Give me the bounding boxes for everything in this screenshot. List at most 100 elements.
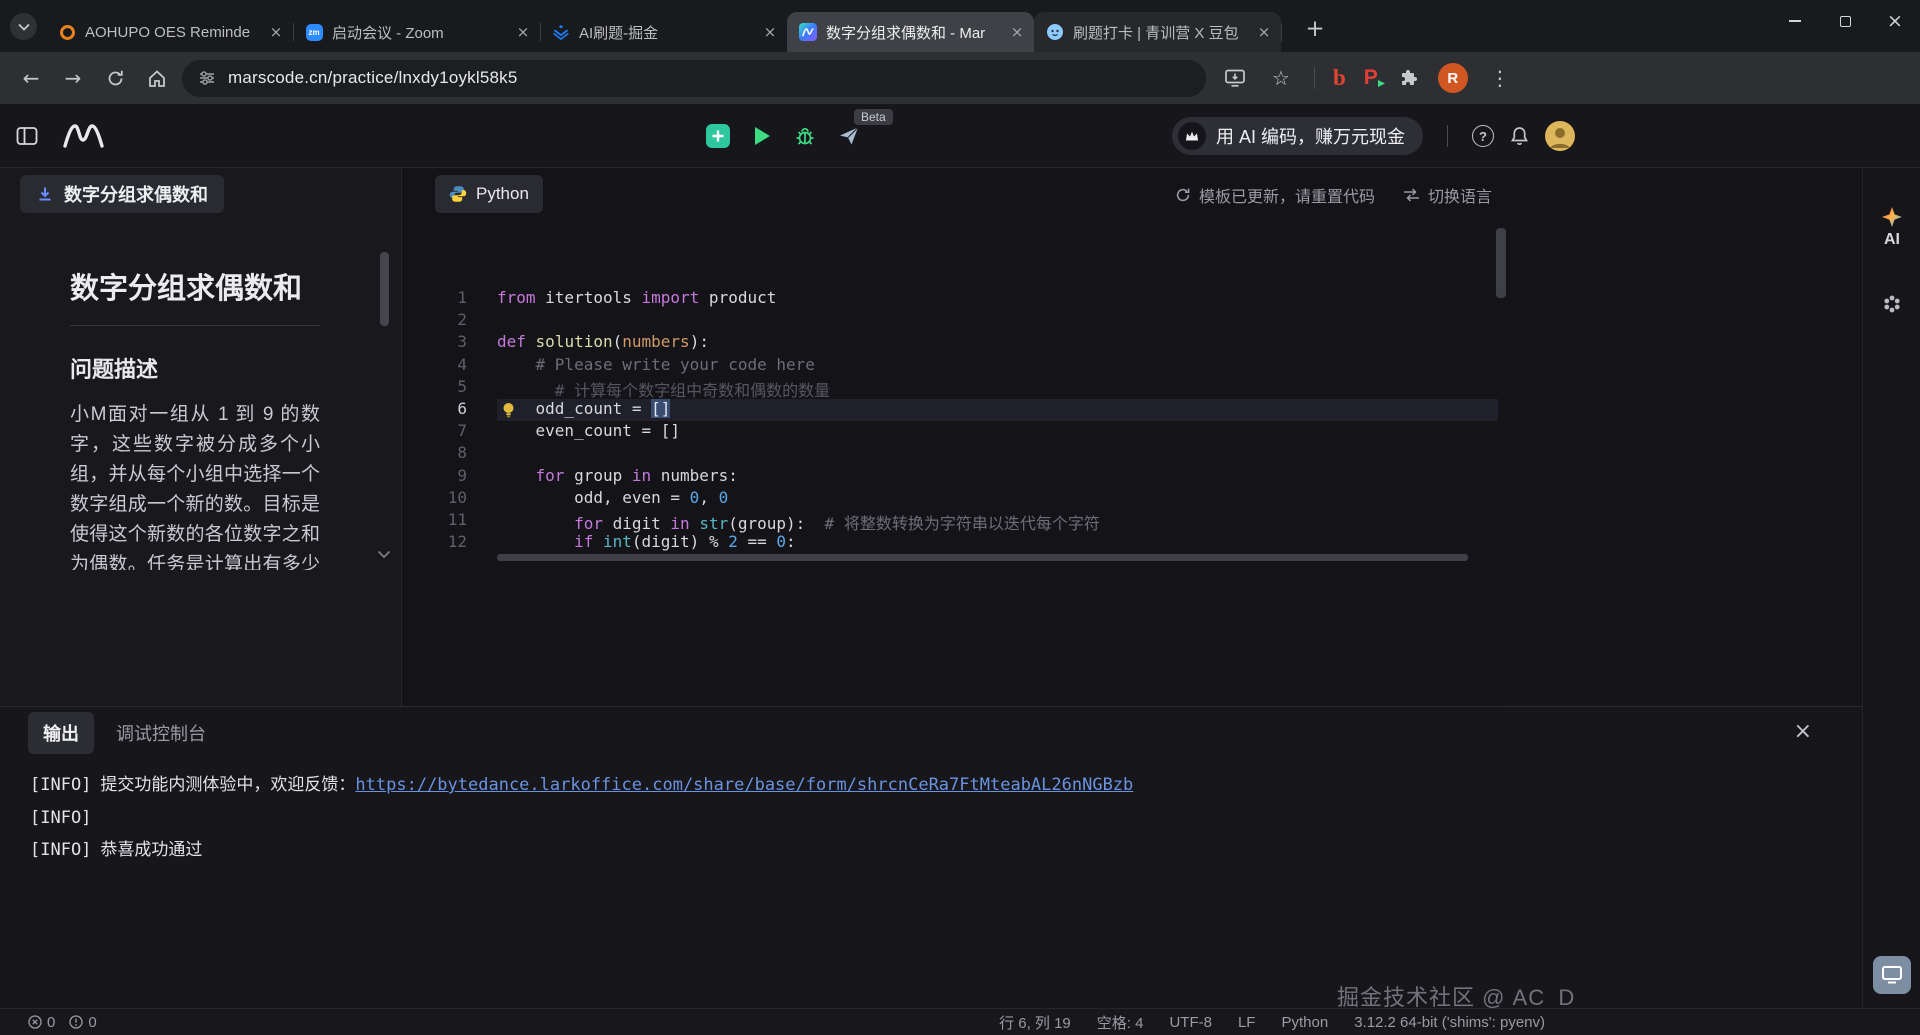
debug-button[interactable]	[794, 125, 816, 147]
beta-badge: Beta	[854, 109, 893, 125]
feedback-link[interactable]: https://bytedance.larkoffice.com/share/b…	[355, 775, 1133, 795]
line-number: 3	[403, 332, 467, 354]
quickfix-lightbulb-icon[interactable]	[502, 402, 515, 423]
tab-close-icon[interactable]: ×	[1008, 23, 1026, 41]
window-close-button[interactable]: ×	[1870, 0, 1920, 42]
tab-list: AOHUPO OES Reminde × zm 启动会议 - Zoom × AI…	[46, 12, 1281, 52]
code-line-5[interactable]: # 计算每个数字组中奇数和偶数的数量	[497, 377, 1498, 399]
line-number: 12	[403, 532, 467, 554]
sidebar-toggle-button[interactable]	[16, 125, 38, 147]
browser-tab-marscode-active[interactable]: 数字分组求偶数和 - Mar ×	[787, 12, 1034, 52]
cursor-position[interactable]: 行 6, 列 19	[999, 1012, 1071, 1033]
bookmark-star-button[interactable]: ☆	[1260, 57, 1302, 99]
user-avatar[interactable]	[1545, 121, 1575, 151]
problem-panel: 数字分组求偶数和 数字分组求偶数和 问题描述 小M面对一组从 1 到 9 的数字…	[0, 168, 402, 706]
reset-code-button[interactable]: 模板已更新，请重置代码	[1175, 183, 1375, 207]
log-line: [INFO]	[30, 802, 1862, 835]
tab-search-button[interactable]	[10, 13, 37, 40]
console-close-button[interactable]: ×	[1794, 719, 1812, 744]
warning-circle-icon	[69, 1015, 83, 1029]
browser-menu-button[interactable]: ⋮	[1480, 66, 1520, 90]
problem-content[interactable]: 数字分组求偶数和 问题描述 小M面对一组从 1 到 9 的数字，这些数字被分成多…	[70, 225, 320, 570]
python-icon	[449, 185, 467, 203]
plugin-icon	[1882, 294, 1902, 314]
code-line-12[interactable]: if int(digit) % 2 == 0:	[497, 532, 1498, 554]
code-line-11[interactable]: for digit in str(group): # 将整数转换为字符串以迭代每…	[497, 510, 1498, 532]
help-button[interactable]: ?	[1472, 125, 1494, 147]
language-tab[interactable]: Python	[435, 175, 543, 213]
indent-setting[interactable]: 空格: 4	[1097, 1012, 1144, 1033]
code-line-6[interactable]: odd_count = []	[497, 399, 1498, 421]
interpreter[interactable]: 3.12.2 64-bit ('shims': pyenv)	[1354, 1014, 1545, 1031]
scrollbar-thumb[interactable]	[1496, 228, 1506, 298]
status-bar: 0 0 行 6, 列 19 空格: 4 UTF-8 LF Python 3.12…	[0, 1008, 1920, 1035]
tab-title: AI刷题-掘金	[579, 22, 752, 43]
warnings-indicator[interactable]: 0	[69, 1014, 96, 1031]
marscode-logo[interactable]	[62, 123, 108, 149]
forward-button[interactable]: →	[52, 57, 94, 99]
notifications-button[interactable]	[1510, 126, 1529, 146]
submit-button[interactable]: Beta	[838, 125, 860, 147]
tab-output[interactable]: 输出	[28, 712, 94, 754]
tab-close-icon[interactable]: ×	[761, 23, 779, 41]
browser-tab-juejin[interactable]: AI刷题-掘金 ×	[540, 12, 787, 52]
code-line-4[interactable]: # Please write your code here	[497, 355, 1498, 377]
scroll-down-icon[interactable]	[377, 546, 391, 564]
errors-indicator[interactable]: 0	[28, 1014, 55, 1031]
browser-tab-zoom[interactable]: zm 启动会议 - Zoom ×	[293, 12, 540, 52]
tab-debug-console[interactable]: 调试控制台	[116, 720, 206, 746]
tab-title: 刷题打卡 | 青训营 X 豆包	[1073, 22, 1246, 43]
browser-profile-avatar[interactable]: R	[1438, 63, 1468, 93]
ai-promo-button[interactable]: 用 AI 编码，赚万元现金	[1172, 117, 1423, 155]
problem-tab-chip[interactable]: 数字分组求偶数和	[20, 175, 224, 213]
output-console: 输出 调试控制台 × [INFO]提交功能内测体验中，欢迎反馈：https://…	[0, 706, 1862, 1008]
eol-setting[interactable]: LF	[1238, 1014, 1256, 1031]
workspace-monitor-button[interactable]	[1873, 956, 1911, 994]
ai-sparkle-icon	[1881, 206, 1903, 228]
promo-label: 用 AI 编码，赚万元现金	[1216, 123, 1405, 149]
home-button[interactable]	[136, 57, 178, 99]
plugin-button[interactable]	[1863, 294, 1920, 314]
problem-scrollbar[interactable]	[380, 252, 389, 502]
log-prefix: [INFO]	[30, 840, 91, 860]
code-line-8[interactable]	[497, 443, 1498, 465]
reload-button[interactable]	[94, 57, 136, 99]
doubao-favicon	[1046, 23, 1064, 41]
tab-close-icon[interactable]: ×	[514, 23, 532, 41]
extensions-button[interactable]	[1390, 68, 1426, 88]
switch-language-button[interactable]: 切换语言	[1403, 183, 1492, 207]
ai-assistant-button[interactable]: AI	[1863, 206, 1920, 249]
window-minimize-button[interactable]	[1770, 0, 1820, 42]
code-line-10[interactable]: odd, even = 0, 0	[497, 488, 1498, 510]
address-bar[interactable]: marscode.cn/practice/lnxdy1oykl58k5	[182, 60, 1206, 97]
header-divider	[1447, 125, 1448, 147]
code-line-1[interactable]: from itertools import product	[497, 288, 1498, 310]
tab-close-icon[interactable]: ×	[267, 23, 285, 41]
problem-description: 小M面对一组从 1 到 9 的数字，这些数字被分成多个小组，并从每个小组中选择一…	[70, 400, 320, 570]
code-line-9[interactable]: for group in numbers:	[497, 466, 1498, 488]
browser-tab-aohupo[interactable]: AOHUPO OES Reminde ×	[46, 12, 293, 52]
window-maximize-button[interactable]	[1820, 0, 1870, 42]
marscode-logo-icon	[62, 123, 108, 149]
new-tab-button[interactable]: +	[1300, 14, 1330, 44]
refresh-icon	[1175, 187, 1191, 203]
code-editor[interactable]: 123456789101112 from itertools import pr…	[403, 225, 1510, 706]
editor-horizontal-scrollbar[interactable]	[497, 554, 1468, 561]
code-line-2[interactable]	[497, 310, 1498, 332]
p-extension-icon[interactable]: P	[1356, 66, 1386, 90]
tab-close-icon[interactable]: ×	[1255, 23, 1273, 41]
back-button[interactable]: ←	[10, 57, 52, 99]
window-controls: ×	[1770, 0, 1920, 42]
install-app-button[interactable]	[1214, 57, 1256, 99]
language-mode[interactable]: Python	[1281, 1014, 1328, 1031]
encoding[interactable]: UTF-8	[1169, 1014, 1212, 1031]
browser-tab-doubao[interactable]: 刷题打卡 | 青训营 X 豆包 ×	[1034, 12, 1281, 52]
code-line-7[interactable]: even_count = []	[497, 421, 1498, 443]
code-line-3[interactable]: def solution(numbers):	[497, 332, 1498, 354]
scrollbar-thumb[interactable]	[380, 252, 389, 326]
run-button[interactable]	[752, 125, 772, 147]
bing-extension-icon[interactable]: b	[1327, 65, 1352, 91]
editor-vertical-scrollbar[interactable]	[1496, 228, 1506, 748]
add-snippet-button[interactable]	[706, 124, 730, 148]
url-text[interactable]: marscode.cn/practice/lnxdy1oykl58k5	[228, 68, 518, 88]
